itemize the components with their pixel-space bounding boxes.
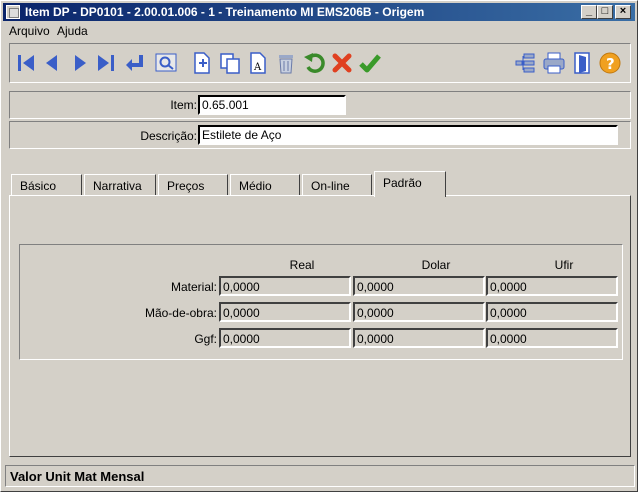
tab-padrao[interactable]: Padrão [374,171,446,197]
row-label-material: Material: [170,280,217,294]
previous-record-icon[interactable] [40,51,64,75]
column-header-real: Real [289,258,315,272]
item-field[interactable]: 0.65.001 [198,95,346,115]
tab-basico[interactable]: Básico [11,174,82,196]
confirm-icon[interactable] [358,51,382,75]
exit-icon[interactable] [570,51,594,75]
zoom-icon[interactable] [154,51,178,75]
svg-text:?: ? [606,55,615,73]
descricao-field[interactable]: Estilete de Aço [198,125,618,145]
cell-material-dolar[interactable]: 0,0000 [353,276,485,296]
app-window: Item DP - DP0101 - 2.00.01.006 - 1 - Tre… [0,0,638,492]
next-record-icon[interactable] [68,51,92,75]
svg-text:A: A [253,62,262,73]
print-icon[interactable] [542,51,566,75]
cell-ggf-ufir[interactable]: 0,0000 [486,328,618,348]
row-label-ggf: Ggf: [194,332,217,346]
descricao-label: Descrição: [140,129,197,143]
delete-record-icon[interactable] [274,51,298,75]
window-title: Item DP - DP0101 - 2.00.01.006 - 1 - Tre… [25,5,425,19]
menu-arquivo[interactable]: Arquivo [9,24,50,38]
new-record-icon[interactable] [190,51,214,75]
cell-mao-de-obra-ufir[interactable]: 0,0000 [486,302,618,322]
column-header-dolar: Dolar [421,258,451,272]
cell-ggf-dolar[interactable]: 0,0000 [353,328,485,348]
undo-icon[interactable] [302,51,326,75]
status-bar: Valor Unit Mat Mensal [5,465,635,487]
menu-bar: Arquivo Ajuda [3,22,635,40]
toolbar: A ? [9,43,631,83]
cancel-icon[interactable] [330,51,354,75]
help-icon[interactable]: ? [598,51,622,75]
item-label: Item: [170,98,197,112]
menu-ajuda[interactable]: Ajuda [57,24,88,38]
cell-material-ufir[interactable]: 0,0000 [486,276,618,296]
close-button[interactable]: × [615,5,631,19]
cell-material-real[interactable]: 0,0000 [219,276,351,296]
tab-medio[interactable]: Médio [230,174,300,196]
first-record-icon[interactable] [14,51,38,75]
copy-record-icon[interactable] [218,51,242,75]
cell-mao-de-obra-real[interactable]: 0,0000 [219,302,351,322]
maximize-button[interactable]: □ [597,5,613,19]
tab-online[interactable]: On-line [302,174,372,196]
edit-record-icon[interactable]: A [246,51,270,75]
column-header-ufir: Ufir [554,258,574,272]
cell-mao-de-obra-dolar[interactable]: 0,0000 [353,302,485,322]
tab-narrativa[interactable]: Narrativa [84,174,156,196]
row-label-mao-de-obra: Mão-de-obra: [144,306,217,320]
tree-icon[interactable] [514,51,538,75]
last-record-icon[interactable] [94,51,118,75]
title-bar: Item DP - DP0101 - 2.00.01.006 - 1 - Tre… [3,3,635,21]
cell-ggf-real[interactable]: 0,0000 [219,328,351,348]
minimize-button[interactable]: _ [581,5,597,19]
tab-precos[interactable]: Preços [158,174,228,196]
app-icon [6,5,20,19]
go-to-icon[interactable] [122,51,146,75]
